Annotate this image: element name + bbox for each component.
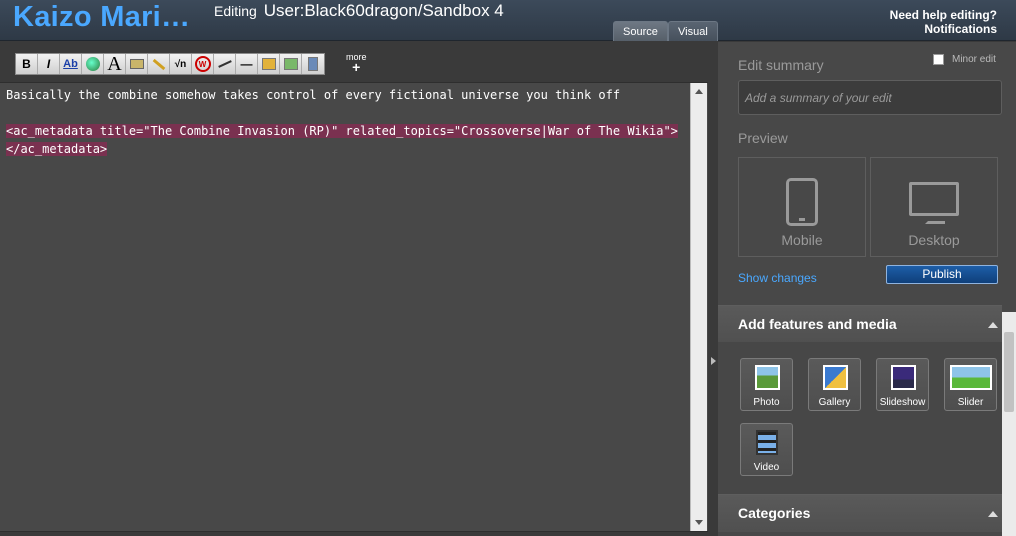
signature-icon — [217, 60, 232, 68]
slider-feature-button[interactable]: Slider — [944, 358, 997, 411]
rail-scrollbar[interactable] — [1002, 312, 1016, 536]
editing-prefix: Editing — [214, 3, 257, 19]
desktop-icon — [909, 182, 959, 216]
editor-line: <ac_metadata title="The Combine Invasion… — [6, 122, 678, 140]
page-title: Editing User:Black60dragon/Sandbox 4 — [214, 1, 504, 21]
edit-summary-input[interactable]: Add a summary of your edit — [738, 80, 1002, 115]
photo-icon — [261, 58, 276, 70]
edit-toolbar: B I Ab A √n W — more + — [0, 42, 716, 82]
photo-icon — [755, 365, 780, 390]
internal-link-button[interactable]: Ab — [60, 54, 82, 74]
rail-scroll-thumb[interactable] — [1004, 332, 1014, 412]
italic-button[interactable]: I — [38, 54, 60, 74]
horizontal-line-button[interactable]: — — [236, 54, 258, 74]
scroll-up-icon[interactable] — [695, 89, 703, 94]
headline-button[interactable]: A — [104, 53, 126, 75]
help-links: Need help editing? Notifications — [890, 8, 997, 36]
editor-scrollbar[interactable] — [690, 83, 707, 531]
selected-text: <ac_metadata title="The Combine Invasion… — [6, 124, 678, 138]
desktop-stand-icon — [925, 218, 945, 224]
minor-edit-label: Minor edit — [952, 54, 996, 65]
video-icon — [756, 430, 778, 455]
editor-line: ​ — [6, 104, 678, 122]
chevron-right-icon — [711, 357, 716, 365]
nowiki-button[interactable]: W — [192, 54, 214, 74]
tab-visual[interactable]: Visual — [668, 21, 718, 41]
photo-feature-button[interactable]: Photo — [740, 358, 793, 411]
wiki-name-link[interactable]: Kaizo Mari… — [13, 1, 190, 34]
slideshow-feature-button[interactable]: Slideshow — [876, 358, 929, 411]
publish-button[interactable]: Publish — [886, 265, 998, 284]
add-features-header[interactable]: Add features and media — [718, 305, 1002, 343]
gallery-icon — [283, 58, 298, 70]
editor-line: </ac_metadata> — [6, 140, 678, 158]
categories-header[interactable]: Categories — [718, 494, 1002, 532]
mobile-icon — [786, 178, 818, 226]
more-tools-button[interactable]: more + — [346, 52, 367, 75]
add-photo-button[interactable] — [258, 54, 280, 74]
image-icon — [129, 59, 144, 69]
gallery-icon — [823, 365, 848, 390]
toolbar-button-group: B I Ab A √n W — — [15, 53, 325, 75]
right-rail: Minor edit Edit summary Add a summary of… — [718, 42, 1016, 536]
show-changes-link[interactable]: Show changes — [738, 271, 817, 285]
chevron-up-icon[interactable] — [988, 511, 998, 517]
slideshow-icon — [891, 365, 916, 390]
tab-source[interactable]: Source — [613, 21, 668, 41]
gallery-feature-button[interactable]: Gallery — [808, 358, 861, 411]
external-link-button[interactable] — [82, 54, 104, 74]
notifications-link[interactable]: Notifications — [890, 22, 997, 36]
scroll-down-icon[interactable] — [695, 520, 703, 525]
add-slideshow-button[interactable] — [302, 54, 324, 74]
slideshow-label: Slideshow — [879, 397, 926, 408]
selected-text: </ac_metadata> — [6, 142, 108, 156]
add-features-title: Add features and media — [738, 316, 897, 332]
signature-button[interactable] — [214, 54, 236, 74]
checkbox-icon[interactable] — [933, 54, 944, 65]
add-gallery-button[interactable] — [280, 54, 302, 74]
mobile-label: Mobile — [781, 232, 823, 248]
pencil-icon — [152, 58, 165, 70]
mobile-preview-button[interactable]: Mobile — [738, 157, 866, 257]
desktop-label: Desktop — [908, 232, 960, 248]
video-label: Video — [753, 462, 780, 473]
preview-label: Preview — [738, 130, 788, 146]
plus-icon: + — [352, 59, 361, 75]
photo-label: Photo — [753, 397, 780, 408]
features-panel: Photo Gallery Slideshow Slider Video — [718, 342, 1002, 494]
media-link-button[interactable] — [148, 54, 170, 74]
editor-text[interactable]: Basically the combine somehow takes cont… — [6, 86, 678, 158]
slider-label: Slider — [957, 397, 984, 408]
edit-summary-label: Edit summary — [738, 57, 824, 73]
page-name: User:Black60dragon/Sandbox 4 — [263, 1, 504, 20]
slider-icon — [950, 365, 992, 390]
editor-header: Kaizo Mari… Editing User:Black60dragon/S… — [0, 0, 1016, 41]
source-editor[interactable]: Basically the combine somehow takes cont… — [0, 82, 708, 532]
editor-line: Basically the combine somehow takes cont… — [6, 88, 621, 102]
gallery-label: Gallery — [818, 397, 851, 408]
embed-file-button[interactable] — [126, 54, 148, 74]
rail-toggle[interactable] — [708, 42, 718, 536]
video-feature-button[interactable]: Video — [740, 423, 793, 476]
chevron-up-icon[interactable] — [988, 322, 998, 328]
slideshow-icon — [308, 57, 318, 71]
bold-button[interactable]: B — [16, 54, 38, 74]
help-editing-link[interactable]: Need help editing? — [890, 8, 997, 22]
minor-edit-checkbox[interactable]: Minor edit — [933, 54, 996, 65]
math-formula-button[interactable]: √n — [170, 54, 192, 74]
categories-title: Categories — [738, 505, 811, 521]
desktop-preview-button[interactable]: Desktop — [870, 157, 998, 257]
no-wiki-icon: W — [194, 56, 211, 72]
globe-icon — [85, 57, 100, 71]
